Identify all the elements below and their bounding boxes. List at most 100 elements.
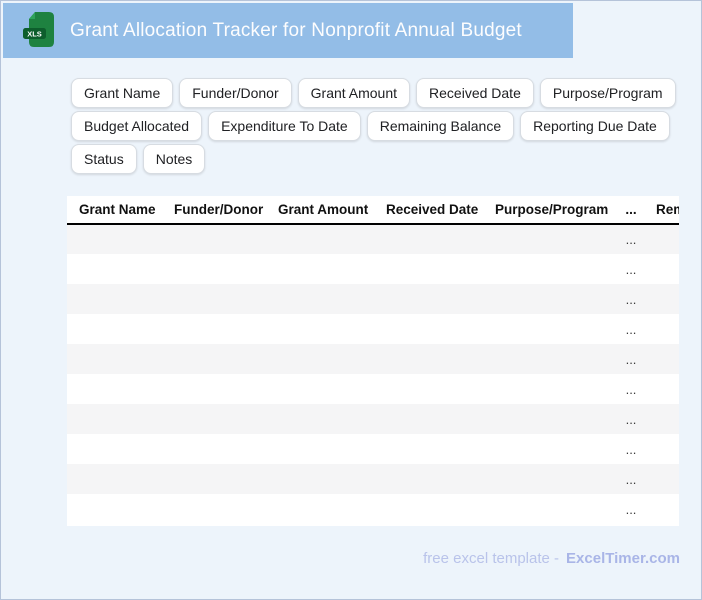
page-title: Grant Allocation Tracker for Nonprofit A… [70, 20, 522, 42]
row-ellipsis: ... [614, 224, 648, 254]
empty-cell [648, 224, 679, 254]
empty-cell [162, 374, 266, 404]
table-row: ... [67, 494, 679, 524]
empty-cell [266, 404, 374, 434]
empty-cell [67, 374, 162, 404]
header-banner: XLS Grant Allocation Tracker for Nonprof… [3, 3, 573, 58]
empty-cell [483, 284, 614, 314]
empty-cell [162, 254, 266, 284]
empty-cell [648, 494, 679, 524]
table-row: ... [67, 224, 679, 254]
empty-cell [266, 434, 374, 464]
table-row: ... [67, 314, 679, 344]
table-row: ... [67, 374, 679, 404]
empty-cell [162, 494, 266, 524]
footer-brand: ExcelTimer.com [566, 550, 680, 567]
xls-icon-label: XLS [27, 29, 42, 38]
page: XLS Grant Allocation Tracker for Nonprof… [0, 0, 702, 600]
chip-reporting-due-date[interactable]: Reporting Due Date [520, 111, 670, 141]
empty-cell [266, 344, 374, 374]
chip-status[interactable]: Status [71, 144, 137, 174]
empty-cell [67, 404, 162, 434]
empty-cell [266, 284, 374, 314]
empty-cell [162, 224, 266, 254]
chip-grant-name[interactable]: Grant Name [71, 78, 173, 108]
empty-cell [483, 224, 614, 254]
chip-row: StatusNotes [71, 144, 679, 174]
table-header-funder-donor: Funder/Donor [162, 196, 266, 224]
column-chip-list: Grant NameFunder/DonorGrant AmountReceiv… [71, 78, 679, 177]
table-row: ... [67, 464, 679, 494]
empty-cell [162, 314, 266, 344]
empty-cell [67, 344, 162, 374]
grants-preview-table: Grant NameFunder/DonorGrant AmountReceiv… [67, 196, 679, 524]
empty-cell [648, 464, 679, 494]
table-row: ... [67, 284, 679, 314]
empty-cell [266, 314, 374, 344]
empty-cell [648, 404, 679, 434]
empty-cell [67, 494, 162, 524]
empty-cell [374, 254, 483, 284]
empty-cell [648, 374, 679, 404]
empty-cell [374, 494, 483, 524]
table-header-grant-amount: Grant Amount [266, 196, 374, 224]
empty-cell [374, 314, 483, 344]
chip-remaining-balance[interactable]: Remaining Balance [367, 111, 514, 141]
row-ellipsis: ... [614, 374, 648, 404]
empty-cell [648, 314, 679, 344]
empty-cell [266, 494, 374, 524]
row-ellipsis: ... [614, 284, 648, 314]
table-row: ... [67, 434, 679, 464]
empty-cell [483, 404, 614, 434]
empty-cell [483, 344, 614, 374]
empty-cell [67, 284, 162, 314]
xls-file-icon: XLS [23, 11, 57, 51]
chip-row: Grant NameFunder/DonorGrant AmountReceiv… [71, 78, 679, 108]
chip-received-date[interactable]: Received Date [416, 78, 534, 108]
chip-purpose-program[interactable]: Purpose/Program [540, 78, 676, 108]
empty-cell [374, 434, 483, 464]
empty-cell [483, 434, 614, 464]
empty-cell [374, 374, 483, 404]
chip-notes[interactable]: Notes [143, 144, 206, 174]
empty-cell [67, 224, 162, 254]
table-header-grant-name: Grant Name [67, 196, 162, 224]
chip-expenditure-to-date[interactable]: Expenditure To Date [208, 111, 361, 141]
empty-cell [483, 254, 614, 284]
empty-cell [162, 434, 266, 464]
table-row: ... [67, 404, 679, 434]
row-ellipsis: ... [614, 344, 648, 374]
empty-cell [374, 464, 483, 494]
empty-cell [162, 284, 266, 314]
table-header-purpose-program: Purpose/Program [483, 196, 614, 224]
footer-credit: free excel template - ExcelTimer.com [423, 550, 680, 567]
empty-cell [648, 434, 679, 464]
empty-cell [162, 464, 266, 494]
empty-cell [67, 464, 162, 494]
empty-cell [648, 344, 679, 374]
row-ellipsis: ... [614, 254, 648, 284]
chip-budget-allocated[interactable]: Budget Allocated [71, 111, 202, 141]
empty-cell [483, 464, 614, 494]
empty-cell [162, 344, 266, 374]
empty-cell [483, 494, 614, 524]
empty-cell [483, 314, 614, 344]
table-header-row: Grant NameFunder/DonorGrant AmountReceiv… [67, 196, 679, 224]
empty-cell [266, 224, 374, 254]
row-ellipsis: ... [614, 494, 648, 524]
table-header-dots: ... [614, 196, 648, 224]
row-ellipsis: ... [614, 314, 648, 344]
empty-cell [374, 344, 483, 374]
empty-cell [374, 224, 483, 254]
empty-cell [162, 404, 266, 434]
table-row: ... [67, 344, 679, 374]
empty-cell [266, 464, 374, 494]
chip-funder-donor[interactable]: Funder/Donor [179, 78, 291, 108]
empty-cell [266, 254, 374, 284]
empty-cell [648, 284, 679, 314]
empty-cell [483, 374, 614, 404]
empty-cell [67, 254, 162, 284]
empty-cell [374, 284, 483, 314]
chip-grant-amount[interactable]: Grant Amount [298, 78, 410, 108]
grants-table: Grant NameFunder/DonorGrant AmountReceiv… [67, 196, 679, 526]
